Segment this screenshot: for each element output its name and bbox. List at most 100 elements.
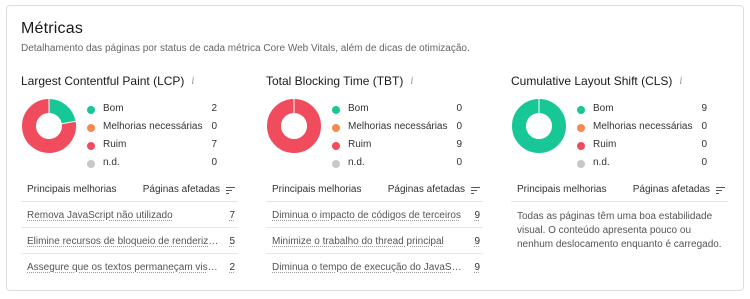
legend-item-na: n.d. 0 <box>577 157 707 175</box>
improvement-link[interactable]: Diminua o tempo de execução do JavaScrip… <box>272 262 464 273</box>
legend-count: 9 <box>456 139 462 150</box>
legend-count: 0 <box>701 157 707 168</box>
legend-item-poor: Ruim 9 <box>332 139 462 157</box>
info-icon[interactable]: i <box>679 76 682 87</box>
legend-label: n.d. <box>348 157 365 168</box>
improvement-link[interactable]: Remova JavaScript não utilizado <box>27 210 219 221</box>
legend-label: Melhorias necessárias <box>348 121 448 132</box>
legend-label: n.d. <box>103 157 120 168</box>
metric-cls: Cumulative Layout Shift (CLS) i Bom 9 Me… <box>511 74 742 250</box>
legend-count: 0 <box>701 121 707 132</box>
na-dot-icon <box>332 160 340 168</box>
table-row[interactable]: Assegure que os textos permaneçam visíve… <box>21 254 238 280</box>
affected-pages-count[interactable]: 9 <box>474 236 480 247</box>
metric-title: Largest Contentful Paint (LCP) <box>21 74 185 88</box>
info-icon[interactable]: i <box>410 76 413 87</box>
improvement-link[interactable]: Diminua o impacto de códigos de terceiro… <box>272 210 464 221</box>
metric-title: Total Blocking Time (TBT) <box>266 74 404 88</box>
legend-count: 0 <box>211 157 217 168</box>
legend-item-na: n.d. 0 <box>332 157 462 175</box>
legend-item-poor: Ruim 0 <box>577 139 707 157</box>
legend-item-needs-improvement: Melhorias necessárias 0 <box>87 121 217 139</box>
table-header: Principais melhorias Páginas afetadas <box>266 180 483 202</box>
legend-item-good: Bom 9 <box>577 103 707 121</box>
affected-pages-count[interactable]: 9 <box>474 210 480 221</box>
affected-pages-count[interactable]: 2 <box>229 262 235 273</box>
page-title: Métricas <box>21 20 84 37</box>
na-dot-icon <box>577 160 585 168</box>
legend-count: 0 <box>456 121 462 132</box>
metrics-card: Métricas Detalhamento das páginas por st… <box>6 5 744 291</box>
na-dot-icon <box>87 160 95 168</box>
column-header-label: Páginas afetadas <box>142 184 220 195</box>
legend: Bom 0 Melhorias necessárias 0 Ruim 9 n.d… <box>332 103 462 175</box>
donut-chart <box>267 99 321 153</box>
table-row[interactable]: Diminua o impacto de códigos de terceiro… <box>266 202 483 228</box>
legend-item-poor: Ruim 7 <box>87 139 217 157</box>
legend-count: 0 <box>211 121 217 132</box>
improvement-link[interactable]: Elimine recursos de bloqueio de renderiz… <box>27 236 219 247</box>
table-header: Principais melhorias Páginas afetadas <box>21 180 238 202</box>
poor-dot-icon <box>332 142 340 150</box>
table-row[interactable]: Minimize o trabalho do thread principal … <box>266 228 483 254</box>
table-header: Principais melhorias Páginas afetadas <box>511 180 728 202</box>
improvements-table: Principais melhorias Páginas afetadas Re… <box>21 180 238 280</box>
page-description: Detalhamento das páginas por status de c… <box>21 43 470 54</box>
legend-count: 0 <box>456 157 462 168</box>
improvement-link[interactable]: Assegure que os textos permaneçam visíve… <box>27 262 219 273</box>
improvements-table: Principais melhorias Páginas afetadas Di… <box>266 180 483 280</box>
donut-chart <box>512 99 566 153</box>
sort-icon <box>226 186 235 194</box>
legend-label: Bom <box>103 103 124 114</box>
legend-label: Melhorias necessárias <box>593 121 693 132</box>
needs-improvement-dot-icon <box>577 124 585 132</box>
column-header-affected-pages[interactable]: Páginas afetadas <box>388 184 480 195</box>
column-header-improvements: Principais melhorias <box>272 184 362 195</box>
column-header-label: Páginas afetadas <box>387 184 465 195</box>
table-row[interactable]: Elimine recursos de bloqueio de renderiz… <box>21 228 238 254</box>
legend-label: Ruim <box>348 139 372 150</box>
column-header-affected-pages[interactable]: Páginas afetadas <box>143 184 235 195</box>
improvement-link[interactable]: Minimize o trabalho do thread principal <box>272 236 464 247</box>
legend-item-na: n.d. 0 <box>87 157 217 175</box>
legend: Bom 2 Melhorias necessárias 0 Ruim 7 n.d… <box>87 103 217 175</box>
legend-label: n.d. <box>593 157 610 168</box>
info-icon[interactable]: i <box>191 76 194 87</box>
legend-count: 9 <box>701 103 707 114</box>
column-header-improvements: Principais melhorias <box>27 184 117 195</box>
table-row[interactable]: Remova JavaScript não utilizado 7 <box>21 202 238 228</box>
legend-item-good: Bom 0 <box>332 103 462 121</box>
stability-note: Todas as páginas têm uma boa estabilidad… <box>517 211 722 250</box>
donut-chart <box>22 99 76 153</box>
improvements-table: Principais melhorias Páginas afetadas To… <box>511 180 728 250</box>
legend: Bom 9 Melhorias necessárias 0 Ruim 0 n.d… <box>577 103 707 175</box>
legend-label: Bom <box>348 103 369 114</box>
affected-pages-count[interactable]: 7 <box>229 210 235 221</box>
column-header-improvements: Principais melhorias <box>517 184 607 195</box>
legend-label: Melhorias necessárias <box>103 121 203 132</box>
legend-count: 0 <box>456 103 462 114</box>
table-row[interactable]: Diminua o tempo de execução do JavaScrip… <box>266 254 483 280</box>
good-slice <box>48 99 76 125</box>
legend-item-needs-improvement: Melhorias necessárias 0 <box>332 121 462 139</box>
sort-icon <box>471 186 480 194</box>
poor-dot-icon <box>87 142 95 150</box>
column-header-affected-pages[interactable]: Páginas afetadas <box>633 184 725 195</box>
legend-count: 7 <box>211 139 217 150</box>
legend-count: 2 <box>211 103 217 114</box>
good-dot-icon <box>332 106 340 114</box>
sort-icon <box>716 186 725 194</box>
poor-dot-icon <box>577 142 585 150</box>
metric-tbt: Total Blocking Time (TBT) i Bom 0 Melhor… <box>266 74 497 273</box>
metric-title: Cumulative Layout Shift (CLS) <box>511 74 673 88</box>
good-dot-icon <box>87 106 95 114</box>
legend-label: Ruim <box>593 139 617 150</box>
legend-item-good: Bom 2 <box>87 103 217 121</box>
legend-count: 0 <box>701 139 707 150</box>
affected-pages-count[interactable]: 9 <box>474 262 480 273</box>
affected-pages-count[interactable]: 5 <box>229 236 235 247</box>
column-header-label: Páginas afetadas <box>632 184 710 195</box>
good-dot-icon <box>577 106 585 114</box>
legend-label: Bom <box>593 103 614 114</box>
legend-label: Ruim <box>103 139 127 150</box>
